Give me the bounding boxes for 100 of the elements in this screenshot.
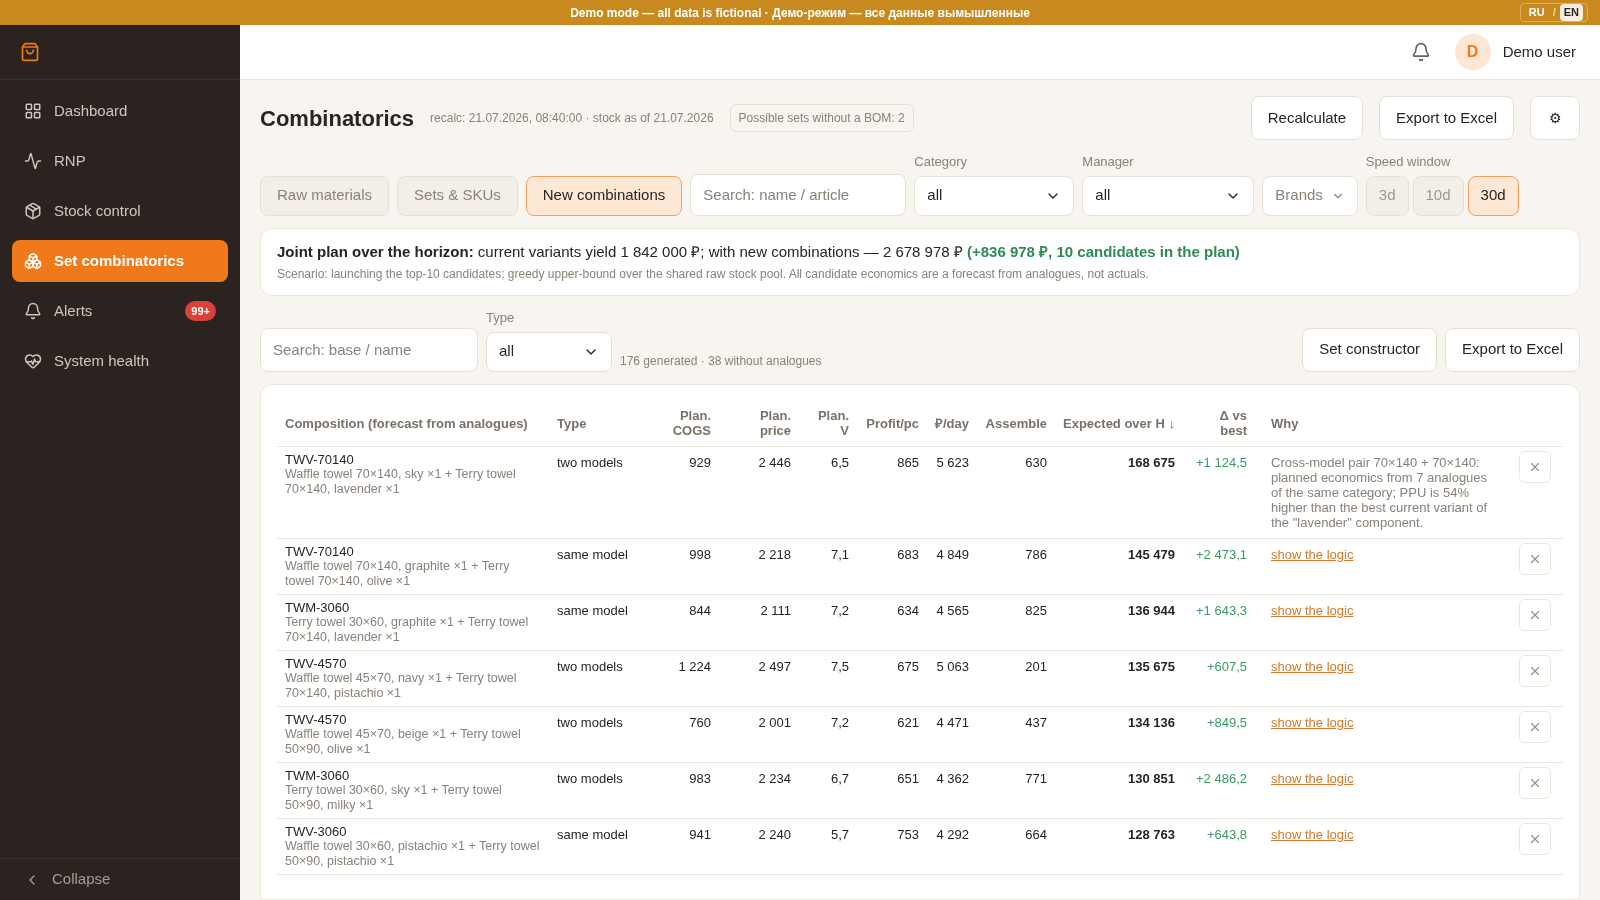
speed-option[interactable]: 30d	[1467, 175, 1519, 216]
set-composition: Terry towel 30×60, graphite ×1 + Terry towel 70×140, lavender ×1	[285, 615, 530, 645]
page-title: Combinatorics	[260, 104, 415, 133]
table-cell: same model	[549, 818, 649, 875]
dropdown[interactable]: all	[1082, 175, 1255, 216]
table-cell: 675	[857, 650, 927, 707]
search-field[interactable]: Search: base / name	[260, 327, 478, 372]
dismiss-button[interactable]	[1519, 599, 1551, 631]
set-composition: Waffle towel 70×140, sky ×1 + Terry towel 70×140, lavender ×1	[285, 467, 517, 497]
field-label: Type	[486, 309, 516, 327]
table-cell: 130 851	[1055, 762, 1183, 819]
recalc-info: recalc: 21.07.2026, 08:40:00 · stock as of 21.07.2026	[430, 110, 714, 127]
export-button[interactable]: Export to Excel	[1445, 327, 1580, 372]
brands-dropdown[interactable]: Brands	[1262, 175, 1358, 216]
dropdown[interactable]: all	[486, 331, 612, 372]
close-icon	[1528, 664, 1542, 678]
column-header: Type	[549, 400, 649, 447]
search-field[interactable]: Search: name / article	[690, 173, 907, 216]
table-cell: two models	[549, 446, 649, 539]
set-code: TWV-70140	[285, 544, 355, 559]
column-header: Plan. V	[799, 400, 857, 447]
column-header: Why	[1255, 400, 1507, 447]
close-icon	[1528, 720, 1542, 734]
settings-button[interactable]: ⚙	[1530, 96, 1580, 140]
sidebar-item[interactable]: Alerts 99+	[12, 290, 228, 332]
table-cell: 4 565	[927, 594, 977, 651]
table-cell: 2 497	[719, 650, 799, 707]
dismiss-button[interactable]	[1519, 543, 1551, 575]
sidebar-item[interactable]: Stock control	[12, 190, 228, 232]
table-cell: 437	[977, 706, 1055, 763]
sidebar-item[interactable]: System health	[12, 340, 228, 382]
bell-icon[interactable]	[1410, 42, 1431, 62]
close-icon	[1528, 552, 1542, 566]
table-cell: 998	[649, 538, 719, 595]
table-cell: +849,5	[1183, 706, 1255, 763]
table-cell: 145 479	[1055, 538, 1183, 595]
plan-note: Scenario: launching the top-10 candidates; greedy upper-bound over the shared raw stock pool. All candidate economics are a forecast from analogues, not actuals.	[277, 266, 1150, 283]
table-cell: 6,7	[799, 762, 857, 819]
table-cell: 929	[649, 446, 719, 539]
table-cell: +607,5	[1183, 650, 1255, 707]
table-cell: 941	[649, 818, 719, 875]
table-cell: 4 292	[927, 818, 977, 875]
field-label: Manager	[1082, 153, 1135, 171]
set-composition: Waffle towel 70×140, graphite ×1 + Terry towel 70×140, olive ×1	[285, 559, 511, 589]
sidebar-item[interactable]: Dashboard	[12, 90, 228, 132]
table-cell: 128 763	[1055, 818, 1183, 875]
table-cell: 753	[857, 818, 927, 875]
column-header: Plan. price	[719, 400, 799, 447]
tab[interactable]: Raw materials	[260, 175, 390, 216]
bell-icon	[24, 302, 42, 320]
close-icon	[1528, 832, 1542, 846]
table-cell: 683	[857, 538, 927, 595]
why-text: Cross-model pair 70×140 + 70×140: planned economics from 7 analogues of the same category; PPU is 54% higher than the best current variant of the "lavender" component.	[1271, 455, 1488, 530]
table-cell: 664	[977, 818, 1055, 875]
package-icon	[24, 202, 42, 220]
sidebar-item[interactable]: RNP	[12, 140, 228, 182]
set-code: TWV-3060	[285, 824, 348, 839]
set-code: TWV-4570	[285, 712, 348, 727]
set-code: TWM-3060	[285, 600, 351, 615]
recalculate-button[interactable]: Recalculate	[1250, 96, 1364, 140]
set-code: TWM-3060	[285, 768, 351, 783]
dismiss-button[interactable]	[1519, 823, 1551, 855]
table-cell: 865	[857, 446, 927, 539]
table-cell: same model	[549, 538, 649, 595]
table-cell: 2 218	[719, 538, 799, 595]
column-header: Δ vs best	[1183, 400, 1255, 447]
table-cell: 4 362	[927, 762, 977, 819]
table-cell: 7,5	[799, 650, 857, 707]
table-cell: 844	[649, 594, 719, 651]
collapse-button[interactable]: Collapse	[0, 858, 240, 900]
column-header: Expected over H ↓	[1055, 400, 1183, 447]
tab[interactable]: New combinations	[525, 175, 683, 216]
table-cell: 2 240	[719, 818, 799, 875]
close-icon	[1528, 460, 1542, 474]
table-cell: 7,1	[799, 538, 857, 595]
table-cell: 134 136	[1055, 706, 1183, 763]
column-header: Plan. COGS	[649, 400, 719, 447]
table-cell: 135 675	[1055, 650, 1183, 707]
dropdown[interactable]: all	[914, 175, 1075, 216]
bom-chip: Possible sets without a BOM: 2	[729, 104, 914, 132]
dismiss-button[interactable]	[1519, 767, 1551, 799]
table-cell: 2 234	[719, 762, 799, 819]
set-constructor-button[interactable]: Set constructor	[1302, 327, 1438, 372]
set-code: TWV-70140	[285, 452, 355, 467]
user-name: Demo user	[1502, 41, 1576, 62]
set-code: TWV-4570	[285, 656, 348, 671]
table-cell: 2 001	[719, 706, 799, 763]
dismiss-button[interactable]	[1519, 655, 1551, 687]
dismiss-button[interactable]	[1519, 451, 1551, 483]
table-cell: +2 473,1	[1183, 538, 1255, 595]
field-label: Category	[914, 153, 969, 171]
table-cell: 5 623	[927, 446, 977, 539]
language-option[interactable]: EN	[1559, 4, 1583, 21]
dismiss-button[interactable]	[1519, 711, 1551, 743]
close-icon	[1528, 776, 1542, 790]
export-button[interactable]: Export to Excel	[1379, 96, 1514, 140]
pulse-icon	[24, 152, 42, 170]
column-header: Profit/pc	[857, 400, 927, 447]
column-header: ₽/day	[927, 400, 977, 447]
table-cell: 7,2	[799, 706, 857, 763]
